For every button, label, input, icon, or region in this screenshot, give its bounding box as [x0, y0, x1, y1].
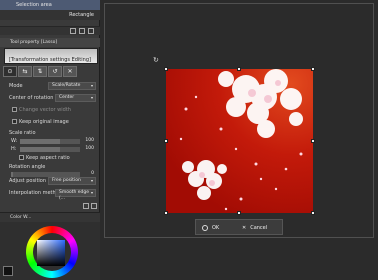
scale-w-label: W: — [11, 138, 18, 144]
interpolation-method-value: Smooth edge (... — [59, 190, 90, 201]
change-vector-width-label: Change vector width — [19, 107, 71, 113]
chevron-down-icon: ▾ — [90, 178, 93, 183]
saturation-value-square[interactable] — [37, 240, 65, 266]
close-icon: ✕ — [242, 225, 247, 231]
sub-tool-preview: [Transformation settings Editing] — [4, 48, 98, 64]
transform-handle-top[interactable] — [237, 67, 241, 71]
sub-tool-preview-text: [Transformation settings Editing] — [9, 57, 91, 63]
current-color-swatch[interactable] — [3, 266, 13, 276]
mode-dropdown[interactable]: Scale/Rotate ▾ — [48, 82, 96, 90]
transform-handle-top-left[interactable] — [164, 67, 168, 71]
layer-rectangle[interactable]: Rectangle — [0, 10, 100, 20]
keep-aspect-ratio-label: Keep aspect ratio — [26, 155, 70, 161]
adjust-position-value: Free position — [52, 178, 81, 183]
scale-h-label: H: — [11, 146, 17, 152]
ok-label: OK — [212, 225, 220, 231]
transform-handle-right[interactable] — [311, 139, 315, 143]
adjust-position-dropdown[interactable]: Free position ▾ — [48, 177, 96, 185]
keep-original-image-label: Keep original image — [19, 119, 69, 125]
keep-original-image-checkbox[interactable] — [12, 119, 17, 124]
color-wheel-title: Color W... — [10, 215, 32, 220]
scale-ratio-label: Scale ratio — [9, 130, 36, 136]
change-vector-width-checkbox[interactable] — [12, 107, 17, 112]
ok-button[interactable]: OK — [202, 222, 238, 234]
app-root: Selection area Rectangle Tool property [… — [0, 0, 378, 280]
apply-transform-icon[interactable]: ⊙ — [3, 66, 17, 77]
chevron-down-icon: ▾ — [90, 95, 93, 100]
scale-h-value[interactable]: 100 — [80, 145, 94, 152]
confirm-bar: OK ✕ Cancel — [195, 219, 283, 235]
cancel-transform-icon[interactable]: ✕ — [63, 66, 77, 77]
layer-selection-area[interactable]: Selection area — [0, 0, 100, 10]
cherry-blossom-artwork — [179, 69, 303, 211]
scale-w-value[interactable]: 100 — [80, 137, 94, 144]
tool-property-header: Tool property [Lasso] — [0, 38, 100, 47]
color-wheel-header: Color W... — [0, 212, 100, 222]
cancel-label: Cancel — [250, 225, 268, 231]
left-panel: Selection area Rectangle Tool property [… — [0, 0, 100, 280]
check-circle-icon — [202, 224, 208, 231]
flip-vertical-icon[interactable]: ⇅ — [33, 66, 47, 77]
canvas-image[interactable] — [166, 69, 313, 213]
cancel-button[interactable]: ✕ Cancel — [242, 222, 282, 234]
layer-rectangle-label: Rectangle — [69, 12, 94, 18]
transform-handle-left[interactable] — [164, 139, 168, 143]
interpolation-method-label: Interpolation method — [9, 190, 62, 196]
rotate-handle-icon[interactable]: ↻ — [153, 56, 159, 64]
rotation-angle-value[interactable]: 0 — [80, 170, 94, 177]
chevron-down-icon: ▾ — [90, 83, 93, 88]
transform-handle-bottom-right[interactable] — [311, 211, 315, 215]
center-of-rotation-value: Center — [59, 95, 75, 100]
flip-horizontal-icon[interactable]: ⇆ — [18, 66, 32, 77]
layer-selection-area-label: Selection area — [16, 2, 52, 8]
tool-property-title: Tool property [Lasso] — [10, 40, 58, 45]
interpolation-method-dropdown[interactable]: Smooth edge (... ▾ — [55, 189, 96, 201]
mode-label: Mode — [9, 83, 23, 89]
transform-handle-bottom-left[interactable] — [164, 211, 168, 215]
layer-toolbar — [0, 26, 100, 35]
reset-icon[interactable]: ↺ — [48, 66, 62, 77]
delete-layer-icon[interactable] — [88, 28, 94, 34]
adjust-position-label: Adjust position — [9, 178, 47, 184]
center-of-rotation-dropdown[interactable]: Center ▾ — [55, 94, 96, 102]
settings-icon[interactable] — [83, 203, 89, 209]
rotation-angle-label: Rotation angle — [9, 164, 46, 170]
wrench-icon[interactable] — [91, 203, 97, 209]
transform-handle-top-right[interactable] — [311, 67, 315, 71]
center-of-rotation-label: Center of rotation — [9, 95, 54, 101]
scale-h-slider[interactable] — [20, 147, 80, 152]
new-layer-icon[interactable] — [70, 28, 76, 34]
mode-value: Scale/Rotate — [52, 83, 81, 88]
copy-layer-icon[interactable] — [79, 28, 85, 34]
keep-aspect-ratio-checkbox[interactable] — [19, 155, 24, 160]
scale-w-slider[interactable] — [20, 139, 80, 144]
transform-icons-row: ⊙ ⇆ ⇅ ↺ ✕ — [3, 66, 97, 77]
chevron-down-icon: ▾ — [90, 190, 93, 195]
transform-handle-bottom[interactable] — [237, 211, 241, 215]
